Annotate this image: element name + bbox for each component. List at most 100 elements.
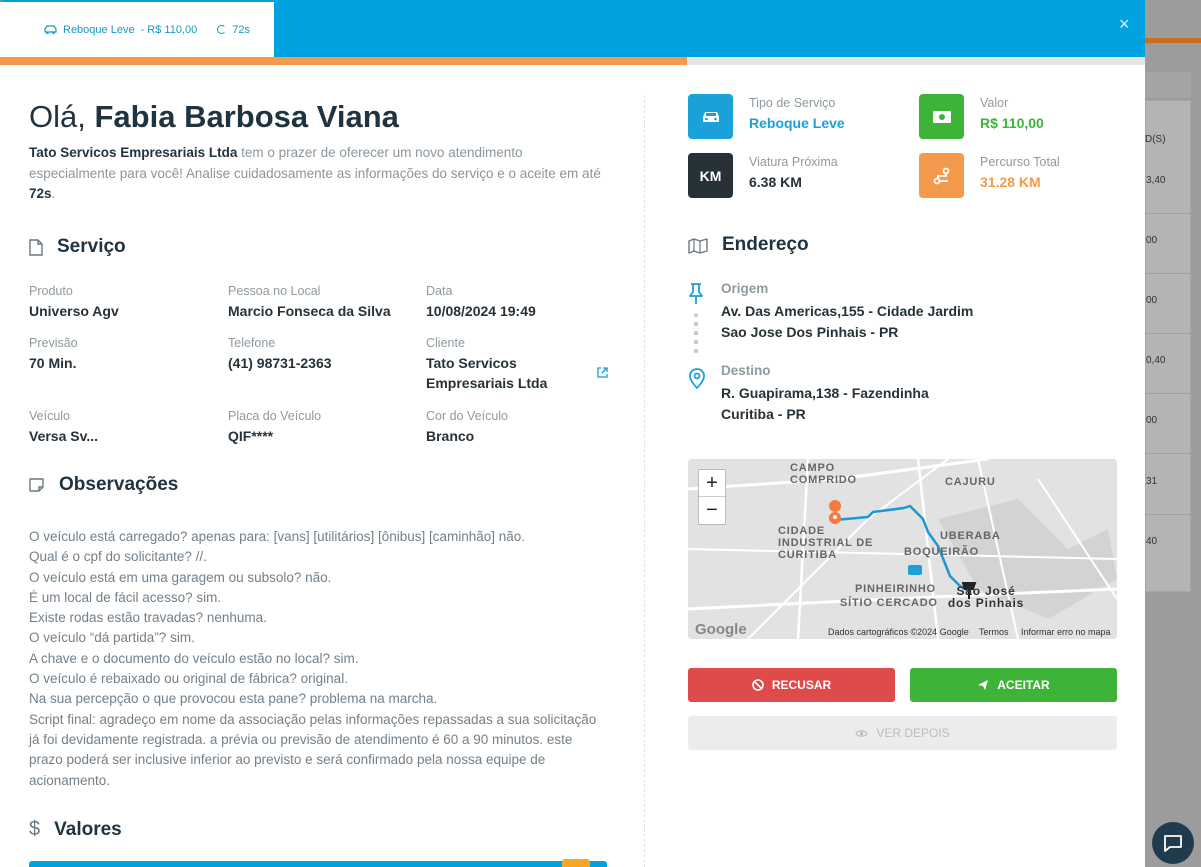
valores-bar: [29, 861, 607, 867]
info-value: 31.28 KM: [980, 174, 1041, 190]
service-tab[interactable]: Reboque Leve - R$ 110,00 72s: [0, 2, 274, 57]
obs-line: Qual é o cpf do solicitante? //.: [29, 549, 207, 565]
obs-line: A chave e o documento do veículo estão n…: [29, 650, 359, 666]
map-roads: [688, 459, 1117, 639]
intro-text: Tato Servicos Empresariais Ltda tem o pr…: [29, 143, 609, 205]
field-label: Cliente: [426, 336, 465, 350]
route-icon: [919, 153, 964, 198]
field-previsao: Previsão 70 Min.: [29, 336, 219, 373]
external-link-icon[interactable]: [597, 367, 608, 378]
origem-label: Origem: [721, 281, 769, 296]
note-icon: [29, 478, 44, 492]
info-label: Valor: [980, 96, 1009, 110]
field-label: Veículo: [29, 409, 71, 423]
countdown-progress-bar: [0, 57, 687, 65]
field-cliente: Cliente Tato Servicos Empresariais Ltda: [426, 336, 566, 393]
recusar-button[interactable]: RECUSAR: [688, 668, 895, 702]
destino-line2: Curitiba - PR: [721, 405, 806, 422]
pin-origin-icon: [689, 283, 703, 304]
greeting: Olá, Fabia Barbosa Viana: [29, 99, 399, 135]
field-cor: Cor do Veículo Branco: [426, 409, 616, 446]
field-telefone: Telefone (41) 98731-2363: [228, 336, 418, 373]
map-label: CAMPO COMPRIDO: [790, 462, 857, 486]
background-cell: 0,40: [1146, 355, 1166, 366]
endereco-title: Endereço: [722, 234, 809, 255]
field-value: (41) 98731-2363: [228, 355, 332, 371]
background-row-divider: [1145, 453, 1191, 454]
obs-line: O veículo “dá partida”? sim.: [29, 630, 195, 646]
field-value: 70 Min.: [29, 355, 77, 371]
background-row-divider: [1145, 213, 1191, 214]
chat-icon: [1164, 835, 1182, 852]
origem-line2: Sao Jose Dos Pinhais - PR: [721, 323, 899, 340]
tab-timer: 72s: [232, 23, 250, 36]
recusar-label: RECUSAR: [771, 678, 832, 692]
background-accent-bar: [1145, 38, 1201, 43]
obs-line: Script final: agradeço em nome da associ…: [29, 711, 597, 788]
google-logo: Google: [695, 621, 747, 638]
aceitar-button[interactable]: ACEITAR: [910, 668, 1117, 702]
info-value: 6.38 KM: [749, 174, 802, 190]
obs-line: O veículo é rebaixado ou original de fáb…: [29, 671, 348, 687]
field-placa: Placa do Veículo QIF****: [228, 409, 418, 446]
background-row-divider: [1145, 333, 1191, 334]
map-label: UBERABA: [940, 530, 1001, 542]
info-value: R$ 110,00: [980, 115, 1044, 131]
field-value: QIF****: [228, 428, 274, 444]
info-viatura-proxima: KM Viatura Próxima 6.38 KM: [688, 153, 838, 198]
field-value: Universo Agv: [29, 303, 119, 319]
map-label: São José dos Pinhais: [947, 584, 1025, 610]
field-produto: Produto Universo Agv: [29, 284, 219, 321]
obs-line: O veículo está em uma garagem ou subsolo…: [29, 569, 332, 585]
field-veiculo: Veículo Versa Sv...: [29, 409, 219, 446]
route-dots: [694, 313, 698, 358]
background-cell: 00: [1146, 235, 1158, 246]
route-map[interactable]: + − CAMPO COMPRIDO CAJURU CIDADE INDUSTR…: [688, 459, 1117, 639]
field-label: Placa do Veículo: [228, 409, 322, 423]
map-terms-link[interactable]: Termos: [979, 627, 1009, 637]
servico-title: Serviço: [57, 236, 126, 257]
servico-heading: Serviço: [29, 236, 126, 258]
tab-service-price: - R$ 110,00: [140, 23, 198, 36]
loading-spinner-icon: [217, 25, 227, 34]
intro-seconds: 72s: [29, 186, 52, 201]
location-pin-icon: [689, 368, 705, 389]
zoom-out-button[interactable]: −: [699, 497, 725, 524]
aceitar-label: ACEITAR: [997, 678, 1050, 692]
ver-depois-label: VER DEPOIS: [876, 726, 950, 740]
document-icon: [29, 238, 43, 256]
destino-address: Destino R. Guapirama,138 - Fazendinha Cu…: [721, 363, 929, 424]
tab-service-name: Reboque Leve: [63, 23, 135, 36]
info-label: Percurso Total: [980, 155, 1060, 169]
map-label: CAJURU: [945, 476, 996, 488]
greeting-prefix: Olá,: [29, 99, 86, 134]
obs-line: O veículo está carregado? apenas para: […: [29, 529, 526, 544]
background-cell: 3,40: [1146, 175, 1166, 186]
eye-icon: [855, 729, 869, 737]
field-label: Data: [426, 284, 453, 298]
field-value: Versa Sv...: [29, 428, 99, 444]
field-value: Branco: [426, 428, 475, 444]
chat-button[interactable]: [1152, 822, 1194, 864]
obs-line: Existe rodas estão travadas? nenhuma.: [29, 610, 267, 626]
close-icon[interactable]: ×: [1119, 14, 1130, 35]
info-tipo-servico: Tipo de Serviço Reboque Leve: [688, 94, 845, 139]
origem-line1: Av. Das Americas,155 - Cidade Jardim: [721, 303, 974, 319]
money-icon: [919, 94, 964, 139]
background-header-cell: D(S): [1145, 134, 1166, 145]
map-report-link[interactable]: Informar erro no mapa: [1021, 627, 1111, 637]
map-label: SÍTIO CERCADO: [840, 597, 938, 609]
dollar-icon: $: [29, 818, 41, 840]
map-label: CIDADE INDUSTRIAL DE CURITIBA: [778, 525, 874, 561]
origem-address: Origem Av. Das Americas,155 - Cidade Jar…: [721, 281, 973, 342]
info-percurso-total: Percurso Total 31.28 KM: [919, 153, 1060, 198]
info-label: Tipo de Serviço: [749, 96, 836, 110]
zoom-in-button[interactable]: +: [699, 470, 725, 497]
background-table-header: [1145, 72, 1191, 98]
background-cell: 31: [1146, 476, 1158, 487]
tow-truck-icon: [44, 24, 57, 34]
map-data-credit: Dados cartográficos ©2024 Google: [828, 627, 969, 637]
ver-depois-button[interactable]: VER DEPOIS: [688, 716, 1117, 750]
service-offer-modal: Reboque Leve - R$ 110,00 72s × Olá, Fabi…: [0, 0, 1145, 867]
field-label: Previsão: [29, 336, 78, 350]
